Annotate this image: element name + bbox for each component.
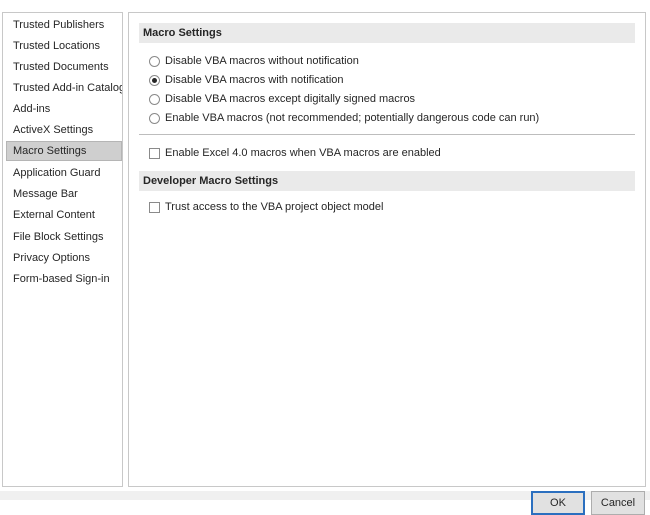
checkbox-icon[interactable]	[149, 148, 160, 159]
sidebar-item-macro-settings[interactable]: Macro Settings	[6, 141, 122, 161]
section-separator	[139, 134, 635, 135]
cancel-button[interactable]: Cancel	[591, 491, 645, 515]
trust-center-sidebar: Trusted Publishers Trusted Locations Tru…	[2, 12, 123, 487]
sidebar-item-addins[interactable]: Add-ins	[6, 99, 122, 119]
checkbox-label: Enable Excel 4.0 macros when VBA macros …	[165, 147, 441, 159]
sidebar-item-activex-settings[interactable]: ActiveX Settings	[6, 120, 122, 140]
macro-settings-header: Macro Settings	[139, 23, 635, 43]
sidebar-item-trusted-documents[interactable]: Trusted Documents	[6, 57, 122, 77]
sidebar-item-form-based-sign-in[interactable]: Form-based Sign-in	[6, 269, 122, 289]
radio-label: Enable VBA macros (not recommended; pote…	[165, 112, 540, 124]
sidebar-item-application-guard[interactable]: Application Guard	[6, 163, 122, 183]
radio-button-selected-icon[interactable]	[149, 75, 160, 86]
sidebar-item-trusted-publishers[interactable]: Trusted Publishers	[6, 15, 122, 35]
sidebar-item-trusted-addin-catalogs[interactable]: Trusted Add-in Catalogs	[6, 78, 122, 98]
checkbox-label: Trust access to the VBA project object m…	[165, 201, 384, 213]
sidebar-item-privacy-options[interactable]: Privacy Options	[6, 248, 122, 268]
radio-label: Disable VBA macros without notification	[165, 55, 359, 67]
checkbox-icon[interactable]	[149, 202, 160, 213]
radio-button-icon[interactable]	[149, 56, 160, 67]
developer-macro-settings-header: Developer Macro Settings	[139, 171, 635, 191]
radio-label: Disable VBA macros except digitally sign…	[165, 93, 416, 105]
sidebar-item-external-content[interactable]: External Content	[6, 205, 122, 225]
radio-button-icon[interactable]	[149, 113, 160, 124]
radio-label: Disable VBA macros with notification	[165, 74, 344, 86]
sidebar-item-message-bar[interactable]: Message Bar	[6, 184, 122, 204]
radio-button-icon[interactable]	[149, 94, 160, 105]
ok-button[interactable]: OK	[531, 491, 585, 515]
sidebar-item-trusted-locations[interactable]: Trusted Locations	[6, 36, 122, 56]
sidebar-item-file-block-settings[interactable]: File Block Settings	[6, 227, 122, 247]
macro-settings-panel: Macro Settings Disable VBA macros withou…	[128, 12, 646, 487]
